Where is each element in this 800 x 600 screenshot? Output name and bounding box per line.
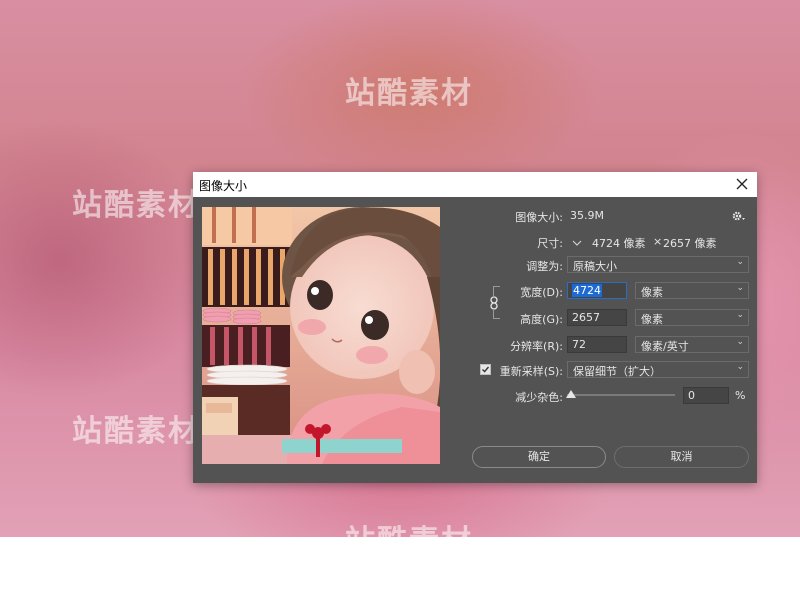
constrain-bracket-bottom	[493, 309, 500, 319]
image-size-label: 图像大小:	[515, 211, 563, 224]
dimensions-height: 2657 像素	[663, 237, 717, 250]
noise-input[interactable]: 0	[683, 387, 729, 404]
height-value: 2657	[572, 311, 600, 324]
noise-label: 减少杂色:	[515, 391, 563, 404]
image-size-dialog: 图像大小 图像大小: 35.9M 尺寸: 4724 像素 × 2657 像素 调…	[193, 172, 757, 483]
image-size-value: 35.9M	[570, 209, 604, 222]
chevron-down-icon: ⌄	[736, 337, 744, 347]
resolution-label: 分辨率(R):	[510, 340, 563, 353]
dimensions-separator: ×	[653, 235, 663, 248]
height-unit-select[interactable]: 像素 ⌄	[635, 309, 749, 326]
resample-select[interactable]: 保留细节（扩大） ⌄	[567, 361, 749, 378]
chevron-down-icon: ⌄	[736, 283, 744, 293]
dialog-titlebar: 图像大小	[193, 172, 757, 197]
close-button[interactable]	[727, 172, 757, 197]
noise-slider-thumb[interactable]	[566, 390, 576, 398]
dialog-title: 图像大小	[199, 179, 248, 193]
height-unit-value: 像素	[641, 313, 663, 326]
cancel-button[interactable]: 取消	[614, 446, 749, 468]
noise-value: 0	[688, 389, 695, 402]
resolution-input[interactable]: 72	[567, 336, 627, 353]
chevron-down-icon: ⌄	[736, 257, 744, 267]
image-preview[interactable]	[202, 207, 440, 464]
close-icon	[736, 178, 748, 190]
preview-illustration	[202, 207, 440, 464]
noise-unit: %	[735, 389, 746, 402]
chevron-down-icon	[572, 240, 582, 246]
ok-button[interactable]: 确定	[472, 446, 606, 468]
width-value: 4724	[572, 284, 602, 297]
constrain-proportions-button[interactable]	[488, 295, 500, 310]
width-unit-value: 像素	[641, 286, 663, 299]
resample-value: 保留细节（扩大）	[573, 365, 661, 378]
width-unit-select[interactable]: 像素 ⌄	[635, 282, 749, 299]
checkmark-icon	[482, 366, 490, 373]
watermark: 站酷素材	[345, 524, 473, 559]
height-input[interactable]: 2657	[567, 309, 627, 326]
width-label: 宽度(D):	[520, 286, 563, 299]
fit-to-select[interactable]: 原稿大小 ⌄	[567, 256, 749, 273]
resolution-unit-value: 像素/英寸	[641, 340, 689, 353]
chevron-down-icon: ⌄	[736, 310, 744, 320]
dimensions-dropdown[interactable]	[571, 234, 583, 246]
dimensions-label: 尺寸:	[537, 237, 563, 250]
fit-to-label: 调整为:	[526, 260, 563, 273]
width-input[interactable]: 4724	[567, 282, 627, 299]
fit-to-value: 原稿大小	[573, 260, 617, 273]
watermark: 站酷素材	[345, 76, 473, 111]
resolution-unit-select[interactable]: 像素/英寸 ⌄	[635, 336, 749, 353]
watermark: 站酷素材	[72, 188, 200, 223]
chain-link-icon	[490, 296, 498, 310]
height-label: 高度(G):	[520, 313, 563, 326]
settings-button[interactable]	[731, 208, 747, 222]
chevron-down-icon: ⌄	[736, 362, 744, 372]
resample-label: 重新采样(S):	[499, 365, 563, 378]
resample-checkbox[interactable]	[480, 364, 491, 375]
dimensions-width: 4724 像素	[592, 237, 646, 250]
gear-icon	[732, 211, 745, 221]
noise-slider-track[interactable]	[567, 394, 675, 396]
resolution-value: 72	[572, 338, 586, 351]
watermark: 站酷素材	[72, 414, 200, 449]
